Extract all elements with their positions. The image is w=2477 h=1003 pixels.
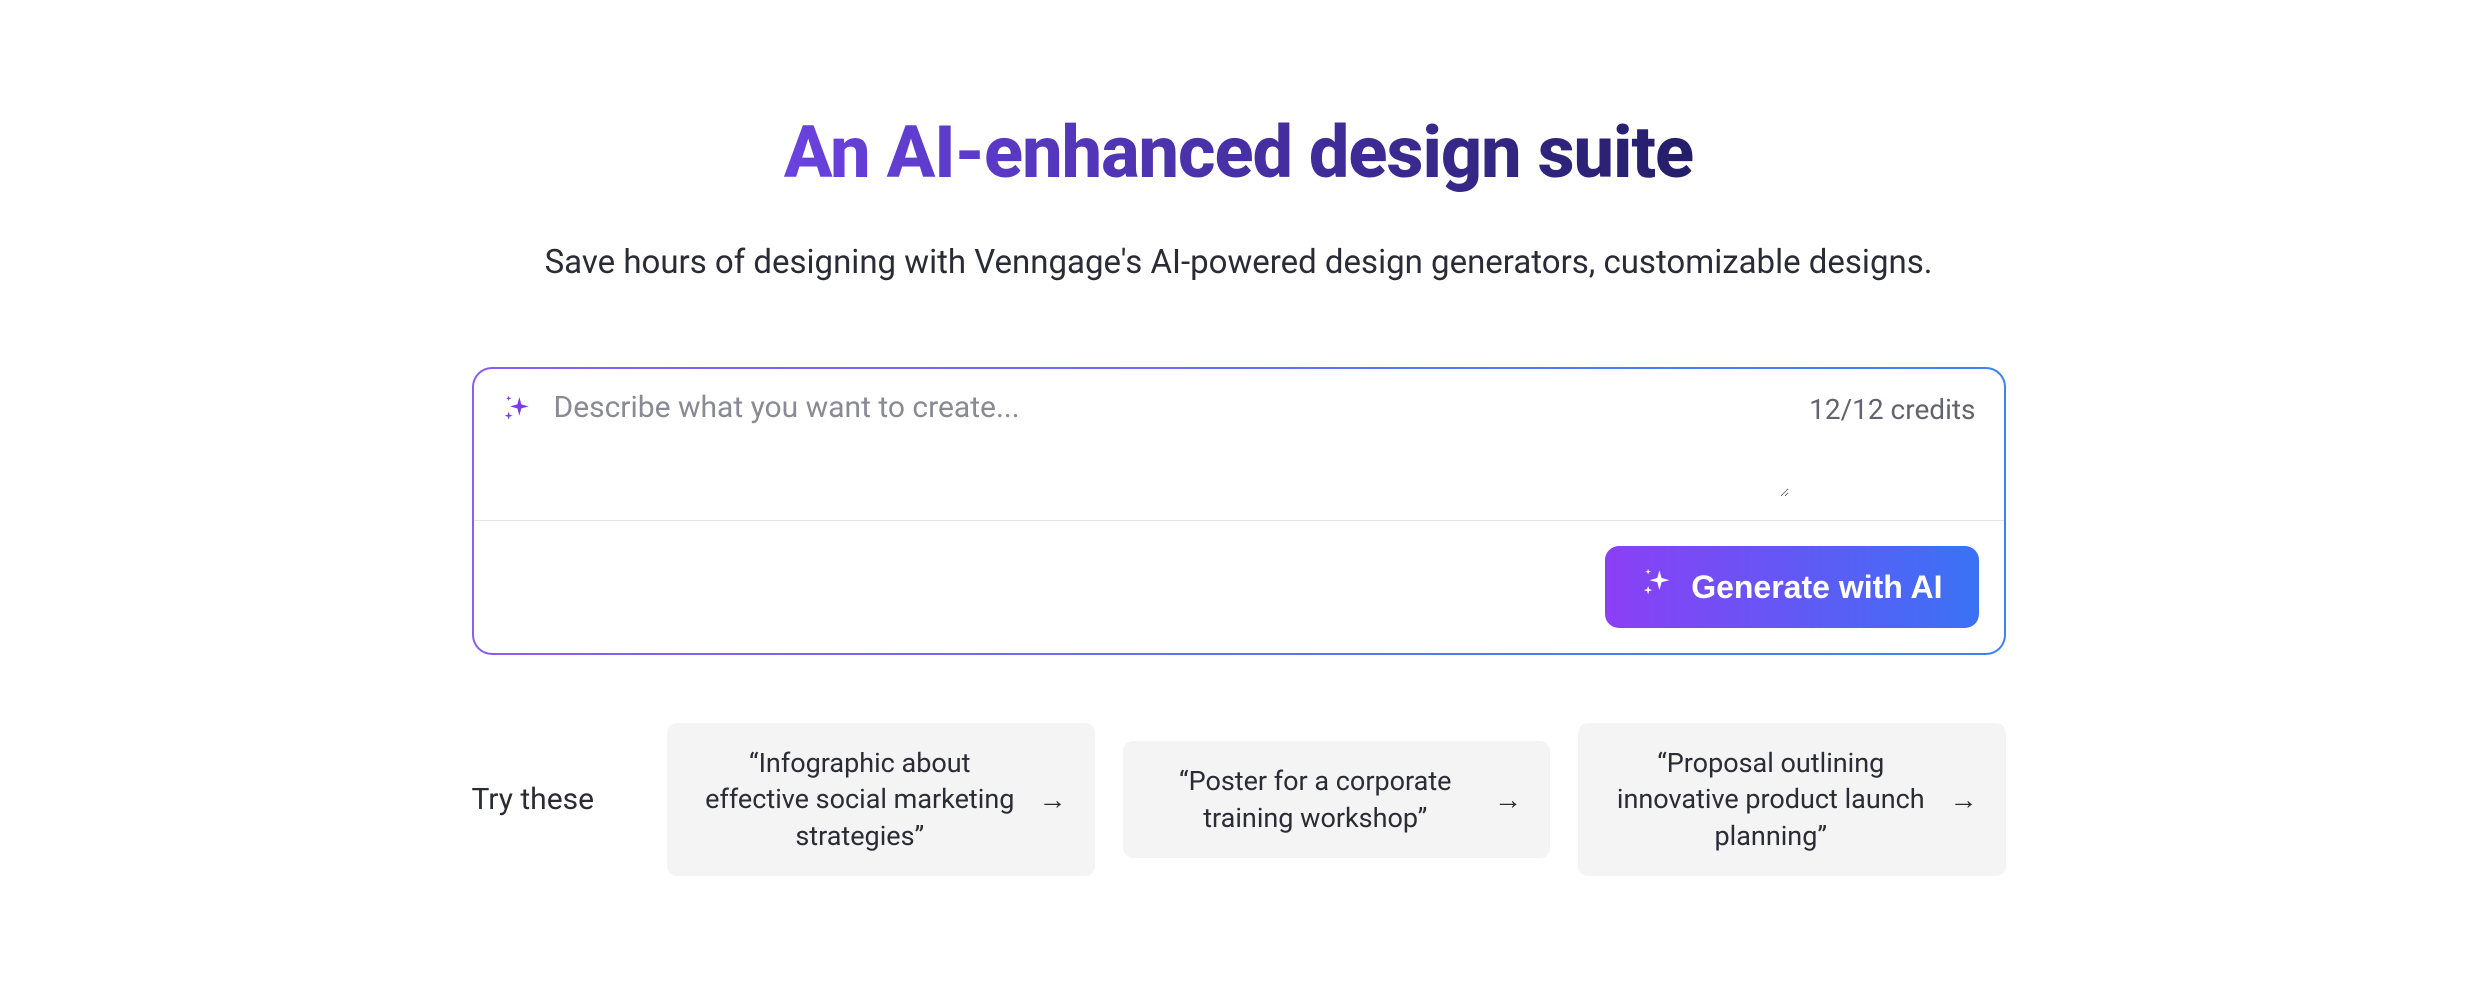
arrow-right-icon: → bbox=[1950, 783, 1978, 816]
hero-subtitle: Save hours of designing with Venngage's … bbox=[545, 243, 1933, 282]
suggestion-text: “Proposal outlining innovative product l… bbox=[1606, 745, 1936, 854]
suggestion-card-proposal[interactable]: “Proposal outlining innovative product l… bbox=[1578, 723, 2006, 876]
suggestions-row: Try these “Infographic about effective s… bbox=[472, 723, 2006, 876]
generate-button-label: Generate with AI bbox=[1691, 569, 1942, 606]
prompt-input-section: 12/12 credits bbox=[474, 369, 2004, 521]
credits-indicator: 12/12 credits bbox=[1789, 387, 1975, 426]
prompt-inner: 12/12 credits Generate with AI bbox=[474, 369, 2004, 653]
suggestion-card-infographic[interactable]: “Infographic about effective social mark… bbox=[667, 723, 1095, 876]
suggestion-text: “Poster for a corporate training worksho… bbox=[1151, 763, 1481, 836]
arrow-right-icon: → bbox=[1494, 783, 1522, 816]
prompt-container: 12/12 credits Generate with AI bbox=[472, 367, 2006, 655]
sparkle-icon bbox=[1641, 566, 1675, 608]
sparkle-icon bbox=[502, 393, 534, 429]
suggestion-card-poster[interactable]: “Poster for a corporate training worksho… bbox=[1123, 741, 1551, 858]
suggestions-label: Try these bbox=[472, 782, 595, 817]
generate-button[interactable]: Generate with AI bbox=[1605, 546, 1978, 628]
arrow-right-icon: → bbox=[1039, 783, 1067, 816]
prompt-action-section: Generate with AI bbox=[474, 521, 2004, 653]
suggestion-text: “Infographic about effective social mark… bbox=[695, 745, 1025, 854]
hero-title: An AI-enhanced design suite bbox=[784, 110, 1693, 195]
prompt-input[interactable] bbox=[554, 387, 1790, 497]
